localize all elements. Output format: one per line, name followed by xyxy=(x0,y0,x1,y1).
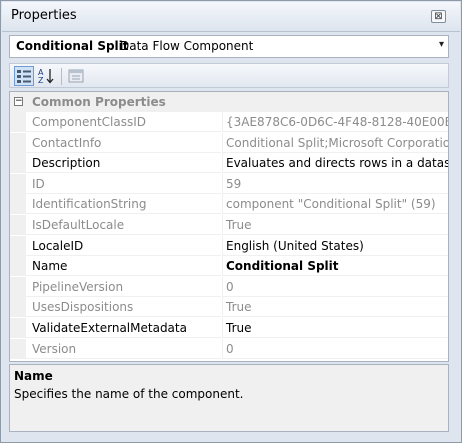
object-name: Conditional Split xyxy=(16,39,129,53)
property-name[interactable]: IdentificationString xyxy=(26,194,221,215)
description-text: Specifies the name of the component. xyxy=(14,387,244,401)
object-type: Data Flow Component xyxy=(120,39,254,53)
close-icon[interactable]: ⊠ xyxy=(431,10,446,23)
property-row[interactable]: Version 0 xyxy=(10,338,448,359)
property-name[interactable]: PipelineVersion xyxy=(26,277,221,297)
row-gutter xyxy=(10,153,26,174)
property-value[interactable]: Conditional Split;Microsoft Corporation; xyxy=(222,132,448,153)
property-row[interactable]: IdentificationString component "Condition… xyxy=(10,194,448,215)
row-gutter xyxy=(10,194,26,215)
property-name[interactable]: Name xyxy=(26,256,221,277)
property-row[interactable]: LocaleID English (United States) xyxy=(10,235,448,256)
row-gutter xyxy=(10,276,26,297)
property-value[interactable]: True xyxy=(222,297,448,318)
property-value[interactable]: 0 xyxy=(222,338,448,359)
property-row[interactable]: UsesDispositions True xyxy=(10,297,448,318)
property-row[interactable]: Description Evaluates and directs rows in… xyxy=(10,153,448,174)
property-name[interactable]: UsesDispositions xyxy=(26,297,221,318)
property-value[interactable]: component "Conditional Split" (59) xyxy=(222,194,448,215)
property-grid: − Common Properties ComponentClassID {3AE… xyxy=(9,91,449,362)
property-name[interactable]: ValidateExternalMetadata xyxy=(26,318,221,338)
svg-text:Z: Z xyxy=(38,76,44,85)
property-name[interactable]: IsDefaultLocale xyxy=(26,215,221,235)
category-row-common-properties[interactable]: − Common Properties xyxy=(10,92,448,112)
description-panel: Name Specifies the name of the component… xyxy=(9,364,449,432)
window-title: Properties xyxy=(11,8,77,23)
property-row[interactable]: Name Conditional Split xyxy=(10,256,448,277)
property-row[interactable]: ContactInfo Conditional Split;Microsoft C… xyxy=(10,132,448,153)
property-value[interactable]: True xyxy=(222,318,448,338)
property-row[interactable]: ID 59 xyxy=(10,173,448,194)
property-value[interactable]: Evaluates and directs rows in a dataset. xyxy=(222,153,448,174)
property-row[interactable]: ComponentClassID {3AE878C6-0D6C-4F48-8128… xyxy=(10,112,448,132)
property-value[interactable]: True xyxy=(222,215,448,235)
property-name[interactable]: LocaleID xyxy=(26,236,221,256)
properties-window: Properties ⊠ Conditional Split Data Flow… xyxy=(0,0,462,443)
property-row[interactable]: ValidateExternalMetadata True xyxy=(10,318,448,338)
property-value[interactable]: 0 xyxy=(222,276,448,297)
row-gutter xyxy=(10,338,26,359)
row-gutter xyxy=(10,173,26,194)
category-label: Common Properties xyxy=(32,95,166,109)
property-name[interactable]: ID xyxy=(26,174,221,194)
row-gutter xyxy=(10,235,26,256)
row-gutter xyxy=(10,132,26,153)
property-value[interactable]: English (United States) xyxy=(222,235,448,256)
toolbar-separator xyxy=(61,68,62,85)
property-name[interactable]: Version xyxy=(26,339,221,359)
alphabetical-icon[interactable]: A Z xyxy=(36,66,56,86)
description-title: Name xyxy=(14,369,53,383)
title-bar: Properties ⊠ xyxy=(2,2,460,32)
row-gutter xyxy=(10,318,26,338)
row-gutter xyxy=(10,112,26,132)
property-value[interactable]: 59 xyxy=(222,173,448,194)
categorized-icon[interactable] xyxy=(14,66,34,86)
collapse-icon[interactable]: − xyxy=(14,97,23,106)
property-row[interactable]: PipelineVersion 0 xyxy=(10,276,448,297)
properties-toolbar: A Z xyxy=(9,63,449,88)
property-value[interactable]: {3AE878C6-0D6C-4F48-8128-40E00E9C1 xyxy=(222,112,448,132)
row-gutter xyxy=(10,215,26,235)
property-name[interactable]: ContactInfo xyxy=(26,133,221,153)
property-pages-icon[interactable] xyxy=(66,66,86,86)
row-gutter xyxy=(10,297,26,318)
chevron-down-icon[interactable]: ▾ xyxy=(439,39,444,50)
property-value[interactable]: Conditional Split xyxy=(222,256,448,277)
row-gutter xyxy=(10,256,26,277)
property-row[interactable]: IsDefaultLocale True xyxy=(10,215,448,235)
property-name[interactable]: Description xyxy=(26,153,221,174)
property-name[interactable]: ComponentClassID xyxy=(26,112,221,132)
object-selector-dropdown[interactable]: Conditional Split Data Flow Component ▾ xyxy=(9,35,449,58)
